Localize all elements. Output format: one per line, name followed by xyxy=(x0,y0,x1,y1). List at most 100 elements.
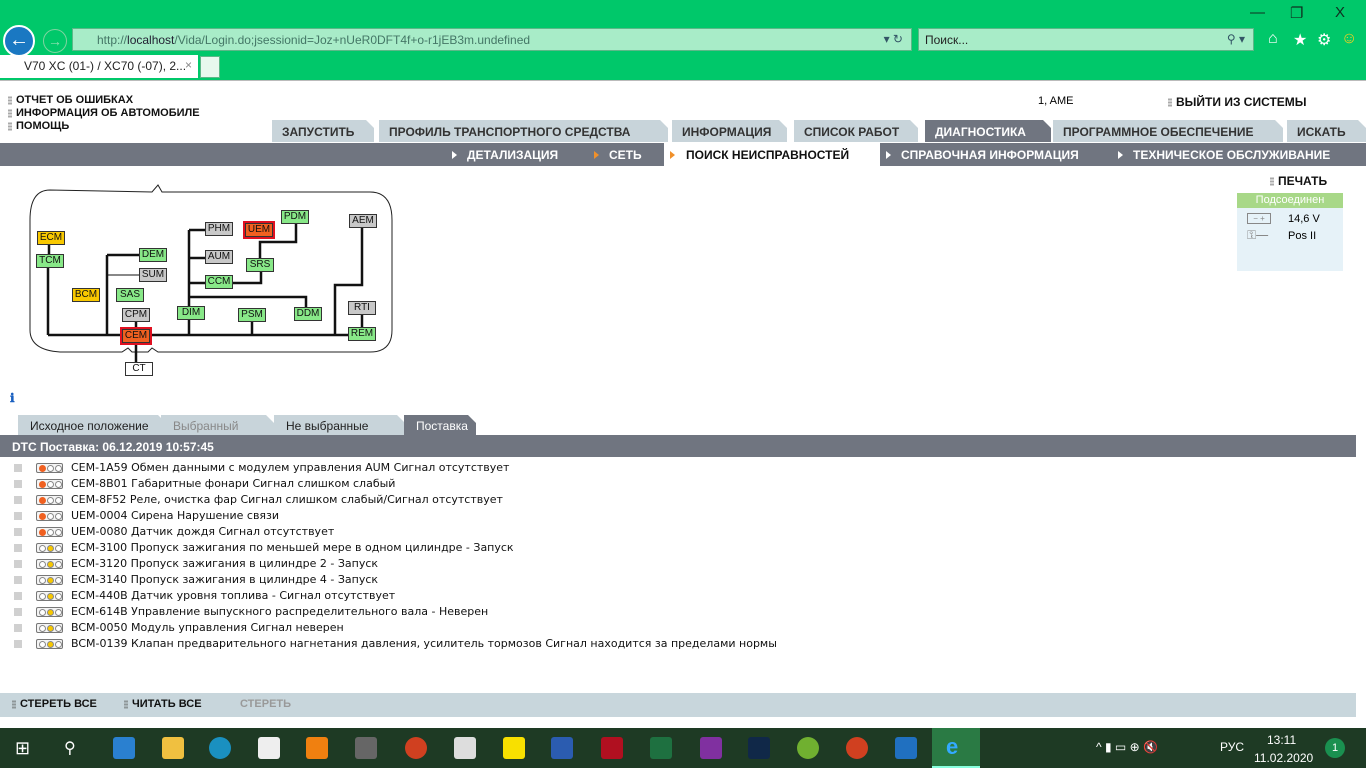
search-input[interactable]: Поиск... ⚲ ▾ xyxy=(918,28,1254,51)
search-taskbar-icon[interactable]: ⚲ xyxy=(64,738,76,758)
dtc-row[interactable]: ECM-3100 Пропуск зажигания по меньшей ме… xyxy=(14,541,514,557)
read-all-button[interactable]: ЧИТАТЬ ВСЕ xyxy=(124,698,202,710)
dtc-row[interactable]: UEM-0004 Сирена Нарушение связи xyxy=(14,509,279,525)
module-dem[interactable]: DEM xyxy=(139,248,167,262)
tab-search[interactable]: ИСКАТЬ xyxy=(1287,120,1366,142)
search-icon[interactable]: ⚲ ▾ xyxy=(1227,32,1245,46)
dtc-tab-initial[interactable]: Исходное положение xyxy=(18,415,166,435)
clock-time[interactable]: 13:11 xyxy=(1267,733,1296,747)
module-ecm[interactable]: ECM xyxy=(37,231,65,245)
app-c-icon[interactable] xyxy=(601,737,623,759)
calculator-icon[interactable] xyxy=(454,737,476,759)
forward-button[interactable]: → xyxy=(43,29,67,53)
app-icon-1[interactable] xyxy=(113,737,135,759)
dtc-tab-delivery[interactable]: Поставка xyxy=(404,415,476,435)
subtab-details[interactable]: ДЕТАЛИЗАЦИЯ xyxy=(452,148,558,162)
tab-information[interactable]: ИНФОРМАЦИЯ xyxy=(672,120,787,142)
dtc-row[interactable]: ECM-440B Датчик уровня топлива - Сигнал … xyxy=(14,589,395,605)
drag-handle-icon[interactable] xyxy=(14,528,22,536)
module-cpm[interactable]: CPM xyxy=(122,308,150,322)
windows-start-icon[interactable]: ⊞ xyxy=(15,738,30,759)
module-srs[interactable]: SRS xyxy=(246,258,274,272)
module-ct[interactable]: CT xyxy=(125,362,153,376)
module-pdm[interactable]: PDM xyxy=(281,210,309,224)
module-rem[interactable]: REM xyxy=(348,327,376,341)
subtab-troubleshooting[interactable]: ПОИСК НЕИСПРАВНОСТЕЙ xyxy=(664,143,880,166)
module-dim[interactable]: DIM xyxy=(177,306,205,320)
teamviewer-icon[interactable] xyxy=(355,737,377,759)
dtc-row[interactable]: CEM-1A59 Обмен данными с модулем управле… xyxy=(14,461,509,477)
tab-start[interactable]: ЗАПУСТИТЬ xyxy=(272,120,374,142)
drag-handle-icon[interactable] xyxy=(14,544,22,552)
dtc-row[interactable]: ECM-3140 Пропуск зажигания в цилиндре 4 … xyxy=(14,573,378,589)
module-sum[interactable]: SUM xyxy=(139,268,167,282)
edge-icon[interactable] xyxy=(209,737,231,759)
menu-vehicle-info[interactable]: ИНФОРМАЦИЯ ОБ АВТОМОБИЛЕ xyxy=(8,107,200,119)
module-ddm[interactable]: DDM xyxy=(294,307,322,321)
drag-handle-icon[interactable] xyxy=(14,480,22,488)
drag-handle-icon[interactable] xyxy=(14,640,22,648)
menu-help[interactable]: ПОМОЩЬ xyxy=(8,120,69,132)
dtc-row[interactable]: BCM-0050 Модуль управления Сигнал невере… xyxy=(14,621,344,637)
ccleaner-icon[interactable] xyxy=(405,737,427,759)
drag-handle-icon[interactable] xyxy=(14,512,22,520)
menu-error-report[interactable]: ОТЧЕТ ОБ ОШИБКАХ xyxy=(8,94,133,106)
photoshop-icon[interactable] xyxy=(748,737,770,759)
dtc-tab-selected-csc[interactable]: Выбранный CSC xyxy=(161,415,274,435)
favorites-icon[interactable]: ★ xyxy=(1293,30,1307,50)
module-uem[interactable]: UEM xyxy=(243,221,275,239)
word-icon[interactable] xyxy=(551,737,573,759)
vlc-icon[interactable] xyxy=(306,737,328,759)
tab-close-icon[interactable]: × xyxy=(185,58,192,72)
dtc-row[interactable]: ECM-3120 Пропуск зажигания в цилиндре 2 … xyxy=(14,557,378,573)
restore-button[interactable]: ❐ xyxy=(1290,4,1303,22)
subtab-reference[interactable]: СПРАВОЧНАЯ ИНФОРМАЦИЯ xyxy=(886,148,1079,162)
info-icon[interactable]: ℹ xyxy=(10,391,15,405)
module-tcm[interactable]: TCM xyxy=(36,254,64,268)
settings-gear-icon[interactable]: ⚙ xyxy=(1317,30,1331,50)
drag-handle-icon[interactable] xyxy=(14,608,22,616)
logout-link[interactable]: ВЫЙТИ ИЗ СИСТЕМЫ xyxy=(1168,95,1307,109)
module-rti[interactable]: RTI xyxy=(348,301,376,315)
file-explorer-icon[interactable] xyxy=(162,737,184,759)
mail-icon[interactable] xyxy=(258,737,280,759)
refresh-icon[interactable]: ▾ ↻ xyxy=(884,32,903,46)
module-psm[interactable]: PSM xyxy=(238,308,266,322)
drag-handle-icon[interactable] xyxy=(14,496,22,504)
module-aum[interactable]: AUM xyxy=(205,250,233,264)
drag-handle-icon[interactable] xyxy=(14,560,22,568)
drag-handle-icon[interactable] xyxy=(14,464,22,472)
dtc-row[interactable]: BCM-0139 Клапан предварительного нагнета… xyxy=(14,637,777,653)
drag-handle-icon[interactable] xyxy=(14,576,22,584)
dtc-row[interactable]: CEM-8B01 Габаритные фонари Сигнал слишко… xyxy=(14,477,395,493)
subtab-maintenance[interactable]: ТЕХНИЧЕСКОЕ ОБСЛУЖИВАНИЕ xyxy=(1118,148,1330,162)
tab-diagnostics[interactable]: ДИАГНОСТИКА xyxy=(925,120,1051,142)
subtab-network[interactable]: СЕТЬ xyxy=(594,148,642,162)
sticky-notes-icon[interactable] xyxy=(503,737,525,759)
module-aem[interactable]: AEM xyxy=(349,214,377,228)
excel-icon[interactable] xyxy=(650,737,672,759)
minimize-button[interactable]: — xyxy=(1250,4,1265,21)
module-bcm[interactable]: BCM xyxy=(72,288,100,302)
ie-taskbar-button[interactable]: e xyxy=(932,728,980,768)
dtc-tab-unselected-csc[interactable]: Не выбранные CSC xyxy=(274,415,405,435)
address-bar[interactable]: http://localhost/Vida/Login.do;jsessioni… xyxy=(72,28,912,51)
drag-handle-icon[interactable] xyxy=(14,592,22,600)
tray-icons[interactable]: ^ ▮ ▭ ⊕ 🔇 xyxy=(1096,740,1158,754)
home-icon[interactable]: ⌂ xyxy=(1268,30,1278,48)
dtc-row[interactable]: UEM-0080 Датчик дождя Сигнал отсутствует xyxy=(14,525,334,541)
tab-software[interactable]: ПРОГРАММНОЕ ОБЕСПЕЧЕНИЕ xyxy=(1053,120,1283,142)
smiley-feedback-icon[interactable]: ☺ xyxy=(1341,30,1357,48)
app-drop-icon[interactable] xyxy=(895,737,917,759)
module-sas[interactable]: SAS xyxy=(116,288,144,302)
language-indicator[interactable]: РУС xyxy=(1220,740,1244,754)
module-phm[interactable]: PHM xyxy=(205,222,233,236)
print-link[interactable]: ПЕЧАТЬ xyxy=(1270,174,1327,188)
drag-handle-icon[interactable] xyxy=(14,624,22,632)
browser-tab[interactable]: V70 XC (01-) / XC70 (-07), 2... × xyxy=(0,55,198,78)
utorrent-icon[interactable] xyxy=(797,737,819,759)
erase-button[interactable]: СТЕРЕТЬ xyxy=(240,698,291,710)
new-tab-button[interactable] xyxy=(200,56,220,78)
module-cem[interactable]: CEM xyxy=(120,327,152,345)
back-button[interactable]: ← xyxy=(3,25,35,57)
